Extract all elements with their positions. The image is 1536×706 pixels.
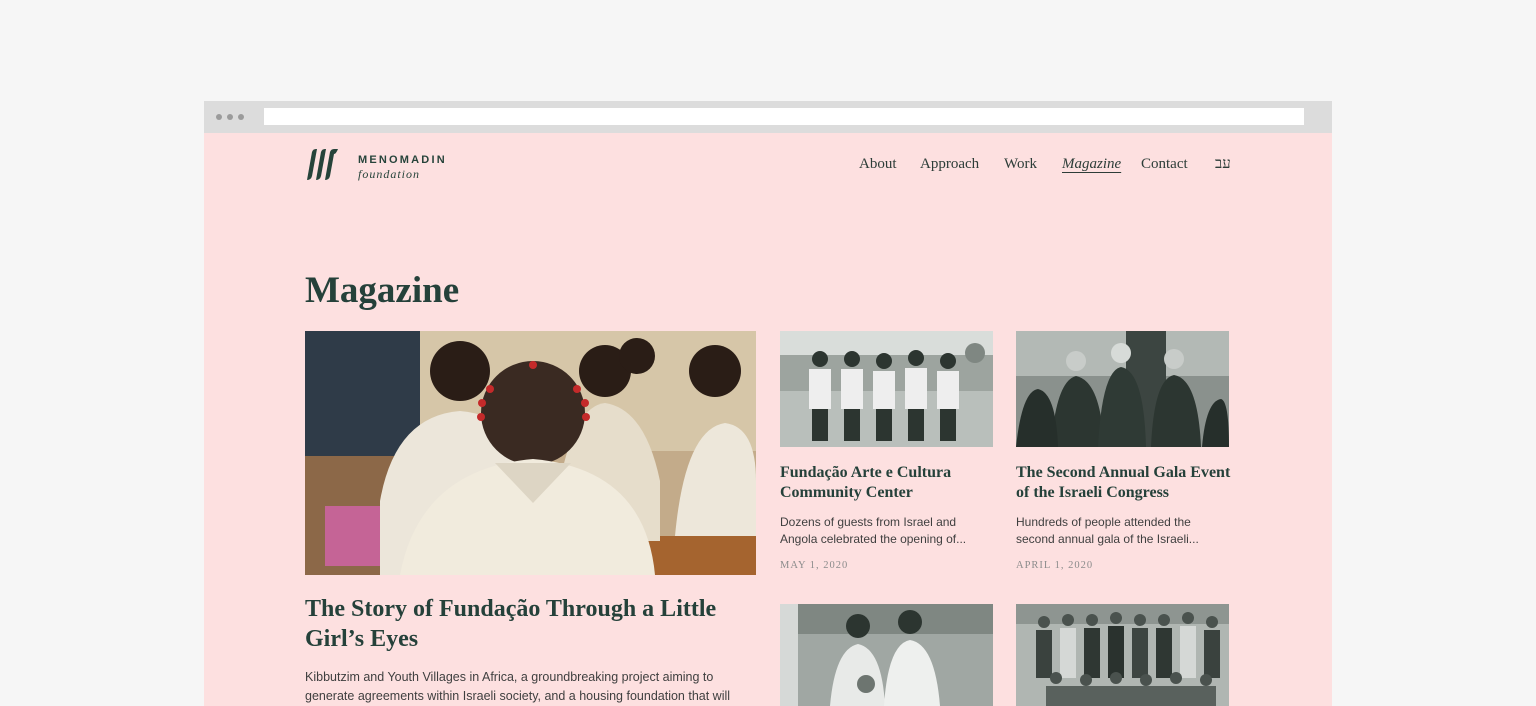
browser-window: MENOMADIN foundation About Approach Work… [204, 101, 1332, 706]
article-title[interactable]: Fundação Arte e Cultura Community Center [780, 463, 980, 503]
nav-about[interactable]: About [859, 156, 897, 173]
article-title[interactable]: The Second Annual Gala Event of the Isra… [1016, 463, 1231, 503]
classroom-photo-icon [305, 331, 756, 575]
article-excerpt: Hundreds of people attended the second a… [1016, 515, 1199, 546]
window-dot [227, 114, 233, 120]
children-photo-icon [780, 604, 993, 706]
nav-magazine[interactable]: Magazine [1062, 156, 1121, 173]
address-bar[interactable] [264, 108, 1304, 125]
window-dot [238, 114, 244, 120]
logo-subtitle: foundation [358, 167, 421, 181]
team-photo-icon [1016, 604, 1229, 706]
article-thumbnail[interactable] [780, 604, 993, 706]
page-title: Magazine [305, 270, 460, 311]
gala-photo-icon [1016, 331, 1229, 447]
nav-language-toggle[interactable]: עב [1215, 156, 1231, 173]
feature-excerpt: Kibbutzim and Youth Villages in Africa, … [305, 670, 731, 703]
article-thumbnail[interactable] [1016, 331, 1229, 447]
window-dot [216, 114, 222, 120]
feature-title[interactable]: The Story of Fundação Through a Little G… [305, 594, 725, 654]
article-thumbnail[interactable] [780, 331, 993, 447]
article-date: APRIL 1, 2020 [1016, 560, 1094, 571]
site-logo[interactable]: MENOMADIN foundation [305, 148, 465, 184]
logo-name: MENOMADIN [358, 154, 447, 166]
browser-chrome [204, 101, 1332, 133]
nav-contact[interactable]: Contact [1141, 156, 1188, 173]
article-thumbnail[interactable] [1016, 604, 1229, 706]
logo-mark-icon [307, 149, 338, 180]
feature-image[interactable] [305, 331, 756, 575]
group-photo-icon [780, 331, 993, 447]
nav-work[interactable]: Work [1004, 156, 1037, 173]
nav-approach[interactable]: Approach [920, 156, 979, 173]
article-date: MAY 1, 2020 [780, 560, 849, 571]
article-excerpt: Dozens of guests from Israel and Angola … [780, 515, 967, 546]
